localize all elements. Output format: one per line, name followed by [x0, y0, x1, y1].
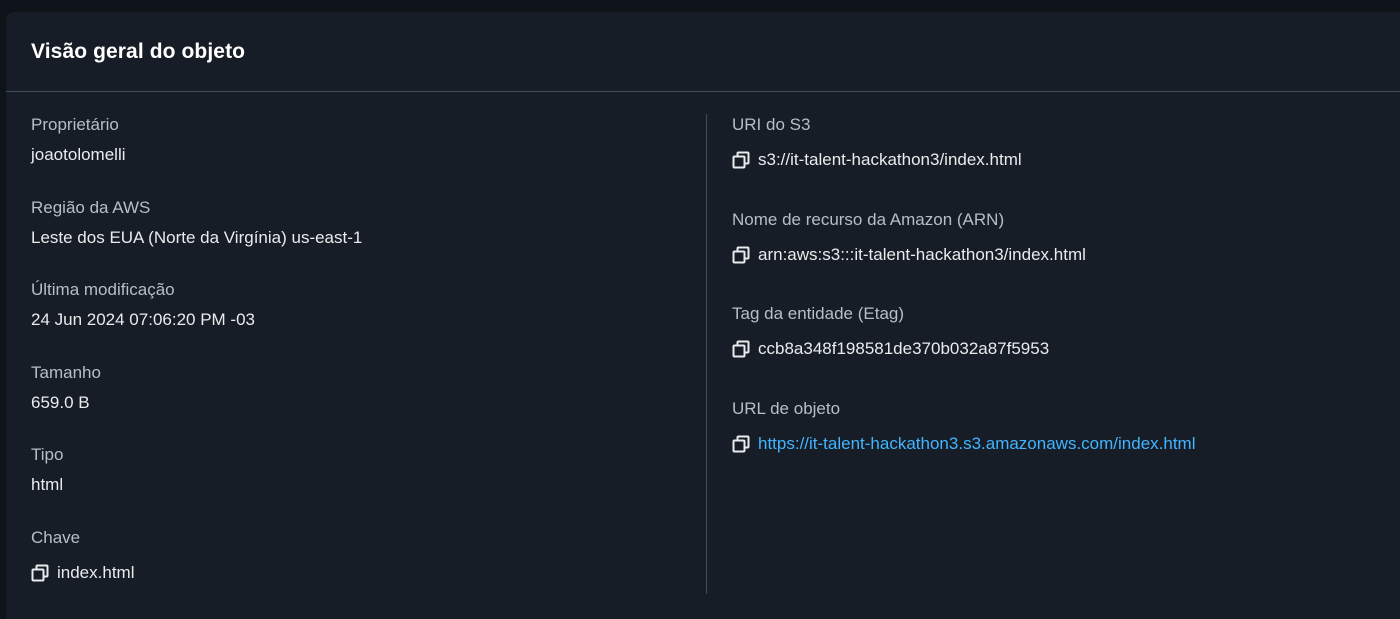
copy-icon[interactable]: [732, 435, 750, 453]
etag-field: Tag da entidade (Etag) ccb8a348f198581de…: [726, 303, 1049, 360]
copy-icon[interactable]: [732, 246, 750, 264]
etag-value: ccb8a348f198581de370b032a87f5953: [758, 339, 1050, 358]
column-divider: [706, 114, 707, 594]
key-copy-row: index.html: [25, 562, 134, 584]
last-modified-value: 24 Jun 2024 07:06:20 PM -03: [31, 310, 255, 329]
size-label: Tamanho: [31, 363, 101, 382]
s3-uri-label: URI do S3: [732, 115, 811, 134]
etag-label: Tag da entidade (Etag): [732, 304, 905, 323]
last-modified-field: Última modificação 24 Jun 2024 07:06:20 …: [31, 279, 255, 331]
object-url-field: URL de objeto https://it-talent-hackatho…: [726, 398, 1196, 455]
object-url-copy-row: https://it-talent-hackathon3.s3.amazonaw…: [726, 433, 1196, 455]
owner-field: Proprietário joaotolomelli: [31, 114, 126, 166]
last-modified-label: Última modificação: [31, 280, 175, 299]
type-field: Tipo html: [31, 444, 63, 496]
type-label: Tipo: [31, 445, 64, 464]
key-label: Chave: [31, 528, 81, 547]
owner-label: Proprietário: [31, 115, 119, 134]
copy-icon[interactable]: [732, 340, 750, 358]
object-url-label: URL de objeto: [732, 399, 841, 418]
arn-copy-row: arn:aws:s3:::it-talent-hackathon3/index.…: [726, 244, 1086, 266]
top-strip: [0, 0, 1400, 12]
region-label: Região da AWS: [31, 198, 151, 217]
panel-title: Visão geral do objeto: [31, 39, 246, 63]
arn-field: Nome de recurso da Amazon (ARN) arn:aws:…: [726, 209, 1086, 266]
copy-icon[interactable]: [732, 151, 750, 169]
arn-value: arn:aws:s3:::it-talent-hackathon3/index.…: [758, 245, 1086, 264]
region-value: Leste dos EUA (Norte da Virgínia) us-eas…: [31, 228, 363, 247]
etag-copy-row: ccb8a348f198581de370b032a87f5953: [726, 338, 1049, 360]
s3-uri-value: s3://it-talent-hackathon3/index.html: [758, 150, 1022, 169]
s3-uri-field: URI do S3 s3://it-talent-hackathon3/inde…: [726, 114, 1022, 171]
size-value: 659.0 B: [31, 393, 90, 412]
object-url-link[interactable]: https://it-talent-hackathon3.s3.amazonaw…: [758, 433, 1196, 455]
arn-label: Nome de recurso da Amazon (ARN): [732, 210, 1005, 229]
type-value: html: [31, 475, 64, 494]
size-field: Tamanho 659.0 B: [31, 362, 101, 414]
panel-body: Proprietário joaotolomelli Região da AWS…: [6, 92, 1400, 618]
key-field: Chave index.html: [25, 527, 134, 584]
key-value: index.html: [57, 563, 135, 582]
panel-header: Visão geral do objeto: [6, 12, 1400, 92]
owner-value: joaotolomelli: [31, 145, 126, 164]
region-field: Região da AWS Leste dos EUA (Norte da Vi…: [31, 197, 362, 249]
object-overview-panel: Visão geral do objeto Proprietário joaot…: [6, 12, 1400, 619]
s3-uri-copy-row: s3://it-talent-hackathon3/index.html: [726, 149, 1022, 171]
copy-icon[interactable]: [31, 564, 49, 582]
